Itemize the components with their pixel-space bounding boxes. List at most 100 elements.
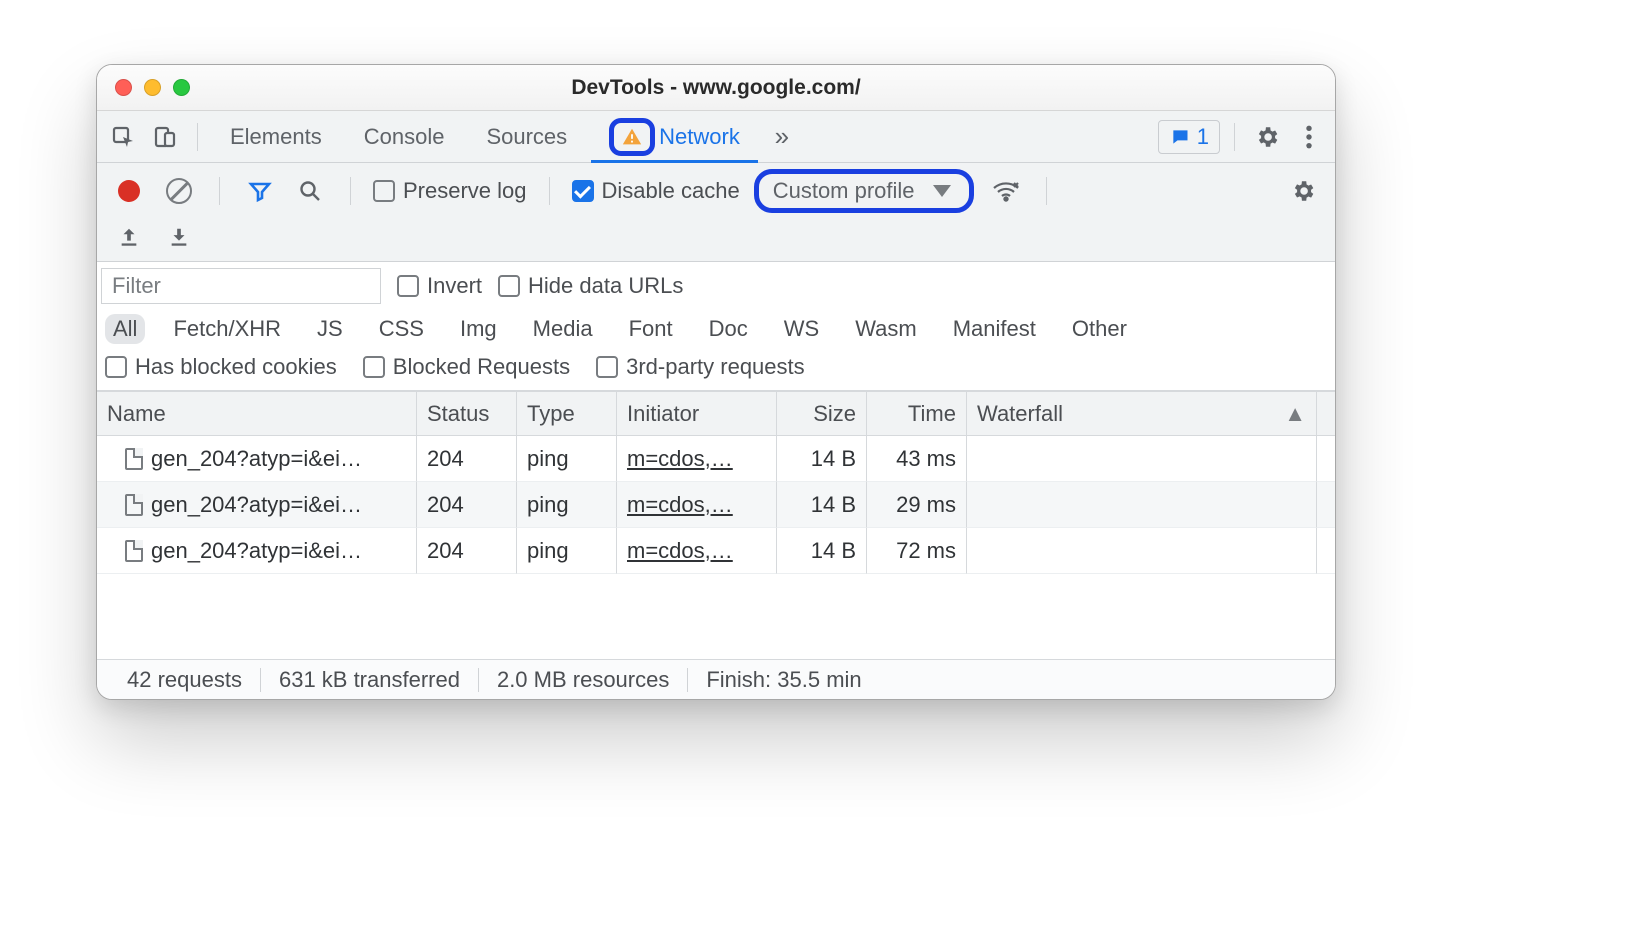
filter-toggle-button[interactable] bbox=[242, 173, 278, 209]
filter-bar: Filter Invert Hide data URLs All Fetch/X… bbox=[97, 262, 1335, 391]
hide-data-urls-checkbox[interactable]: Hide data URLs bbox=[498, 273, 683, 299]
chevron-down-icon bbox=[933, 185, 951, 197]
filter-type-wasm[interactable]: Wasm bbox=[847, 314, 925, 344]
cell-waterfall bbox=[967, 482, 1317, 528]
clear-button[interactable] bbox=[161, 173, 197, 209]
tab-label: Console bbox=[364, 124, 445, 150]
minimize-window-button[interactable] bbox=[144, 79, 161, 96]
third-party-checkbox[interactable]: 3rd-party requests bbox=[596, 354, 805, 380]
tab-sources[interactable]: Sources bbox=[468, 111, 585, 163]
cell-type: ping bbox=[517, 482, 617, 528]
filter-input[interactable]: Filter bbox=[101, 268, 381, 304]
cell-initiator[interactable]: m=cdos,… bbox=[617, 528, 777, 574]
cell-size: 14 B bbox=[777, 482, 867, 528]
filter-type-other[interactable]: Other bbox=[1064, 314, 1135, 344]
zoom-window-button[interactable] bbox=[173, 79, 190, 96]
filter-type-js[interactable]: JS bbox=[309, 314, 351, 344]
cell-waterfall bbox=[967, 528, 1317, 574]
filter-type-media[interactable]: Media bbox=[525, 314, 601, 344]
filter-type-font[interactable]: Font bbox=[621, 314, 681, 344]
file-icon bbox=[125, 540, 143, 562]
divider bbox=[549, 177, 550, 205]
divider bbox=[219, 177, 220, 205]
col-name[interactable]: Name bbox=[97, 392, 417, 436]
filter-type-all[interactable]: All bbox=[105, 314, 145, 344]
filter-type-img[interactable]: Img bbox=[452, 314, 505, 344]
cell-status: 204 bbox=[417, 528, 517, 574]
filter-type-doc[interactable]: Doc bbox=[701, 314, 756, 344]
filter-type-fetchxhr[interactable]: Fetch/XHR bbox=[165, 314, 289, 344]
clear-icon bbox=[166, 178, 192, 204]
status-finish: Finish: 35.5 min bbox=[688, 667, 879, 693]
filter-type-manifest[interactable]: Manifest bbox=[945, 314, 1044, 344]
checkbox-icon bbox=[373, 180, 395, 202]
throttling-select[interactable]: Custom profile bbox=[754, 169, 974, 213]
checkbox-icon bbox=[498, 275, 520, 297]
network-settings-icon[interactable] bbox=[1285, 173, 1321, 209]
scrollbar-gutter bbox=[1317, 528, 1335, 574]
kebab-menu-icon[interactable] bbox=[1291, 119, 1327, 155]
hide-data-urls-label: Hide data URLs bbox=[528, 273, 683, 299]
table-header: Name Status Type Initiator Size Time Wat… bbox=[97, 392, 1335, 436]
table-row[interactable]: gen_204?atyp=i&ei…204pingm=cdos,…14 B43 … bbox=[97, 436, 1335, 482]
cell-time: 43 ms bbox=[867, 436, 967, 482]
main-tabs: Elements Console Sources Network » 1 bbox=[97, 111, 1335, 163]
status-resources: 2.0 MB resources bbox=[479, 667, 687, 693]
funnel-icon bbox=[248, 179, 272, 203]
record-button[interactable] bbox=[111, 173, 147, 209]
file-icon bbox=[125, 494, 143, 516]
filter-type-css[interactable]: CSS bbox=[371, 314, 432, 344]
cell-initiator[interactable]: m=cdos,… bbox=[617, 436, 777, 482]
table-row[interactable]: gen_204?atyp=i&ei…204pingm=cdos,…14 B29 … bbox=[97, 482, 1335, 528]
devtools-window: DevTools - www.google.com/ Elements Cons… bbox=[96, 64, 1336, 700]
download-icon bbox=[168, 226, 190, 248]
inspect-element-icon[interactable] bbox=[105, 119, 141, 155]
checkbox-icon bbox=[105, 356, 127, 378]
issues-button[interactable]: 1 bbox=[1158, 120, 1220, 154]
checkbox-icon bbox=[596, 356, 618, 378]
checkbox-icon bbox=[363, 356, 385, 378]
device-toolbar-icon[interactable] bbox=[147, 119, 183, 155]
table-row[interactable]: gen_204?atyp=i&ei…204pingm=cdos,…14 B72 … bbox=[97, 528, 1335, 574]
cell-status: 204 bbox=[417, 482, 517, 528]
col-status[interactable]: Status bbox=[417, 392, 517, 436]
tab-network[interactable]: Network bbox=[591, 111, 758, 163]
preserve-log-label: Preserve log bbox=[403, 178, 527, 204]
col-initiator[interactable]: Initiator bbox=[617, 392, 777, 436]
filter-type-ws[interactable]: WS bbox=[776, 314, 827, 344]
col-time[interactable]: Time bbox=[867, 392, 967, 436]
invert-label: Invert bbox=[427, 273, 482, 299]
more-tabs-icon[interactable]: » bbox=[764, 119, 800, 155]
preserve-log-checkbox[interactable]: Preserve log bbox=[373, 178, 527, 204]
network-conditions-icon[interactable] bbox=[988, 173, 1024, 209]
issues-count: 1 bbox=[1197, 124, 1209, 150]
tab-console[interactable]: Console bbox=[346, 111, 463, 163]
settings-icon[interactable] bbox=[1249, 119, 1285, 155]
upload-icon bbox=[118, 226, 140, 248]
divider bbox=[1234, 123, 1235, 151]
blocked-requests-checkbox[interactable]: Blocked Requests bbox=[363, 354, 570, 380]
col-size[interactable]: Size bbox=[777, 392, 867, 436]
tab-label: Sources bbox=[486, 124, 567, 150]
disable-cache-label: Disable cache bbox=[602, 178, 740, 204]
import-har-button[interactable] bbox=[161, 219, 197, 255]
cell-name: gen_204?atyp=i&ei… bbox=[97, 482, 417, 528]
disable-cache-checkbox[interactable]: Disable cache bbox=[572, 178, 740, 204]
col-type[interactable]: Type bbox=[517, 392, 617, 436]
warning-badge bbox=[609, 118, 655, 156]
export-har-button[interactable] bbox=[111, 219, 147, 255]
scrollbar-gutter bbox=[1317, 392, 1336, 436]
col-waterfall[interactable]: Waterfall▲ bbox=[967, 392, 1317, 436]
tab-elements[interactable]: Elements bbox=[212, 111, 340, 163]
request-table: Name Status Type Initiator Size Time Wat… bbox=[97, 391, 1335, 659]
blocked-cookies-checkbox[interactable]: Has blocked cookies bbox=[105, 354, 337, 380]
cell-status: 204 bbox=[417, 436, 517, 482]
cell-name: gen_204?atyp=i&ei… bbox=[97, 528, 417, 574]
search-icon bbox=[298, 179, 322, 203]
cell-waterfall bbox=[967, 436, 1317, 482]
close-window-button[interactable] bbox=[115, 79, 132, 96]
invert-checkbox[interactable]: Invert bbox=[397, 273, 482, 299]
sort-ascending-icon: ▲ bbox=[1284, 401, 1306, 427]
search-button[interactable] bbox=[292, 173, 328, 209]
cell-initiator[interactable]: m=cdos,… bbox=[617, 482, 777, 528]
